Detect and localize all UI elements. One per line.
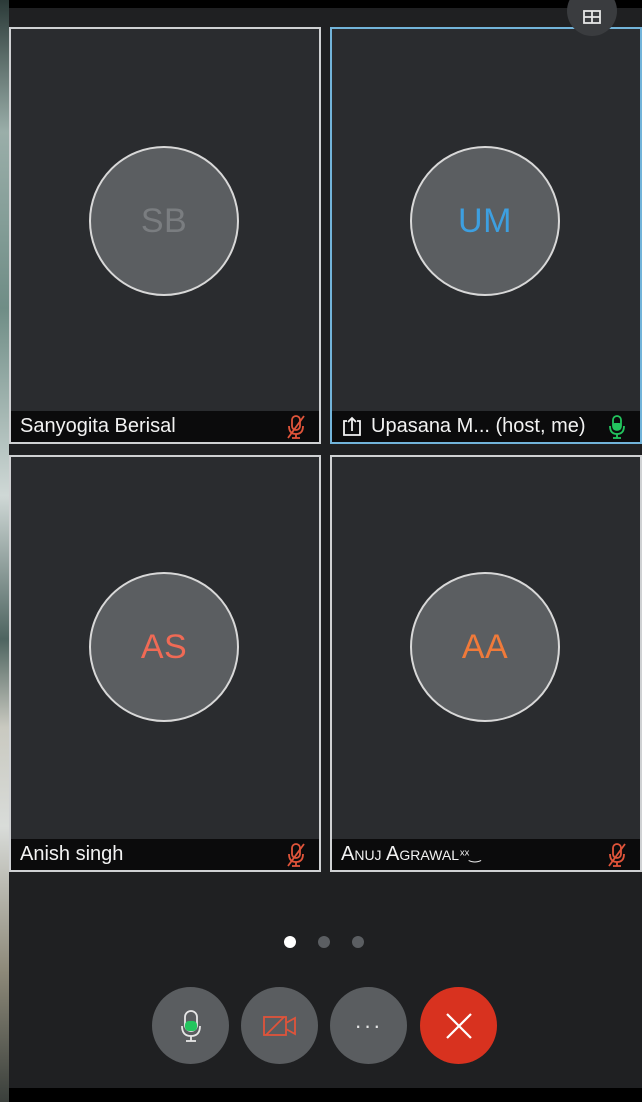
page-dot-2[interactable] — [318, 936, 330, 948]
top-bar — [9, 0, 642, 8]
microphone-icon — [180, 1009, 201, 1042]
more-icon: ··· — [354, 1012, 383, 1038]
microphone-button[interactable] — [152, 987, 229, 1064]
name-bar: Anuj Agrawal ˣˣ‿ — [332, 839, 640, 870]
avatar: AA — [410, 572, 560, 722]
share-screen-icon — [343, 416, 361, 436]
avatar-initials: UM — [458, 201, 512, 240]
participant-name: Upasana M... (host, me) — [371, 415, 586, 437]
muted-mic-icon — [608, 842, 626, 867]
name-emoji-suffix: ˣˣ‿ — [460, 846, 481, 862]
participant-tile-3[interactable]: AS Anish singh — [9, 455, 321, 872]
video-toggle-button[interactable] — [241, 987, 318, 1064]
background-strip — [0, 0, 9, 1102]
video-off-icon — [262, 1015, 296, 1036]
name-bar: Sanyogita Berisal — [11, 411, 319, 442]
participant-name: Sanyogita Berisal — [20, 415, 176, 437]
active-mic-icon — [609, 414, 625, 439]
end-call-button[interactable] — [420, 987, 497, 1064]
avatar-initials: AS — [140, 627, 188, 666]
more-options-button[interactable]: ··· — [330, 987, 407, 1064]
participant-tile-2[interactable]: UM Upasana M... (host, me) — [330, 27, 642, 444]
muted-mic-icon — [287, 842, 305, 867]
name-bar: Upasana M... (host, me) — [332, 411, 640, 442]
page-dot-3[interactable] — [352, 936, 364, 948]
participant-tile-1[interactable]: SB Sanyogita Berisal — [9, 27, 321, 444]
muted-mic-icon — [287, 414, 305, 439]
end-call-icon — [445, 1012, 472, 1039]
avatar: SB — [89, 146, 239, 296]
participant-name: Anuj Agrawal — [341, 843, 459, 865]
page-indicator — [284, 936, 364, 948]
avatar: AS — [89, 572, 239, 722]
page-dot-1[interactable] — [284, 936, 296, 948]
participant-tile-4[interactable]: AA Anuj Agrawal ˣˣ‿ — [330, 455, 642, 872]
bottom-bar — [9, 1088, 642, 1102]
avatar: UM — [410, 146, 560, 296]
participant-name: Anish singh — [20, 843, 124, 865]
name-bar: Anish singh — [11, 839, 319, 870]
avatar-initials: SB — [140, 201, 188, 240]
grid-icon — [583, 10, 601, 24]
avatar-initials: AA — [461, 627, 509, 666]
